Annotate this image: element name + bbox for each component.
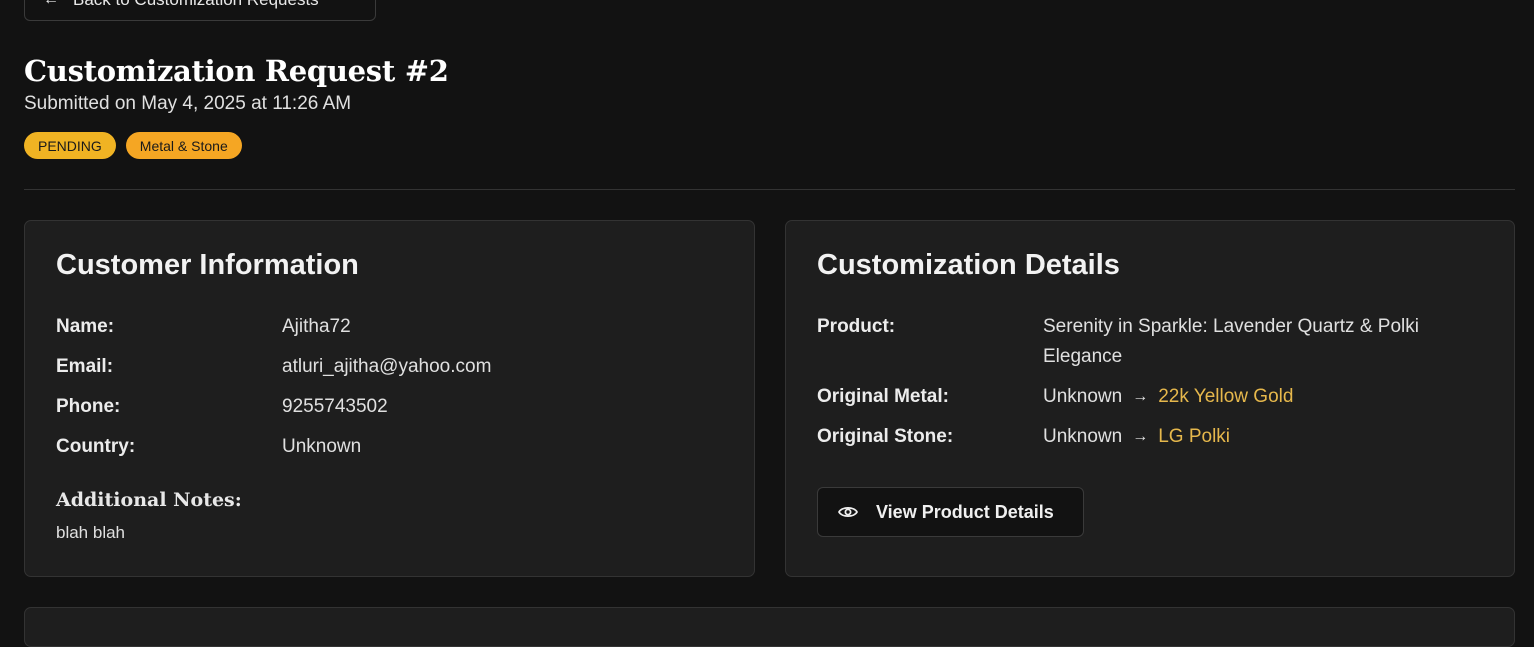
customer-phone-row: Phone: 9255743502 <box>56 392 724 422</box>
field-label: Product: <box>817 316 896 337</box>
type-badge: Metal & Stone <box>125 132 242 159</box>
field-label: Phone: <box>56 396 121 417</box>
metal-original: Unknown <box>1043 386 1123 407</box>
customer-phone: 9255743502 <box>282 396 388 417</box>
customer-email-row: Email: atluri_ajitha@yahoo.com <box>56 352 724 382</box>
field-label: Country: <box>56 436 136 457</box>
field-label: Original Metal: <box>817 386 949 407</box>
view-product-details-button[interactable]: View Product Details <box>817 487 1084 537</box>
stone-row: Original Stone: Unknown → LG Polki <box>817 422 1484 452</box>
next-card <box>24 607 1515 647</box>
status-badge: PENDING <box>24 132 116 159</box>
submitted-date: Submitted on May 4, 2025 at 11:26 AM <box>24 93 352 114</box>
customization-details-title: Customization Details <box>817 249 1120 281</box>
arrow-right-icon: → <box>1132 428 1149 445</box>
customer-country-row: Country: Unknown <box>56 432 724 462</box>
page-title: Customization Request #2 <box>24 54 449 88</box>
page-header: Customization Request #2 Submitted on Ma… <box>24 54 449 115</box>
customer-country: Unknown <box>282 436 362 457</box>
eye-icon <box>838 505 858 519</box>
customer-name-row: Name: Ajitha72 <box>56 312 724 342</box>
stone-new: LG Polki <box>1158 426 1231 447</box>
back-button[interactable]: ← Back to Customization Requests <box>24 0 376 21</box>
back-button-label: Back to Customization Requests <box>73 0 319 10</box>
badge-group: PENDING Metal & Stone <box>24 132 242 159</box>
stone-change: Unknown → LG Polki <box>1043 422 1484 452</box>
customization-details-rows: Product: Serenity in Sparkle: Lavender Q… <box>817 312 1484 462</box>
metal-new: 22k Yellow Gold <box>1158 386 1294 407</box>
customer-name: Ajitha72 <box>282 316 351 337</box>
arrow-right-icon: → <box>1132 388 1149 405</box>
customer-info-card: Customer Information Name: Ajitha72 Emai… <box>24 220 755 577</box>
product-name: Serenity in Sparkle: Lavender Quartz & P… <box>1043 316 1419 367</box>
field-label: Name: <box>56 316 115 337</box>
notes-heading: Additional Notes: <box>56 489 242 511</box>
stone-original: Unknown <box>1043 426 1123 447</box>
field-label: Original Stone: <box>817 426 954 447</box>
product-row: Product: Serenity in Sparkle: Lavender Q… <box>817 312 1484 372</box>
metal-row: Original Metal: Unknown → 22k Yellow Gol… <box>817 382 1484 412</box>
customer-email: atluri_ajitha@yahoo.com <box>282 356 492 377</box>
metal-change: Unknown → 22k Yellow Gold <box>1043 382 1484 412</box>
field-label: Email: <box>56 356 114 377</box>
customer-info-rows: Name: Ajitha72 Email: atluri_ajitha@yaho… <box>56 312 724 472</box>
arrow-left-icon: ← <box>43 0 59 9</box>
customer-info-title: Customer Information <box>56 249 359 281</box>
notes-text: blah blah <box>56 523 126 542</box>
customization-details-card: Customization Details Product: Serenity … <box>785 220 1515 577</box>
divider <box>24 189 1515 190</box>
view-product-details-label: View Product Details <box>876 501 1054 522</box>
